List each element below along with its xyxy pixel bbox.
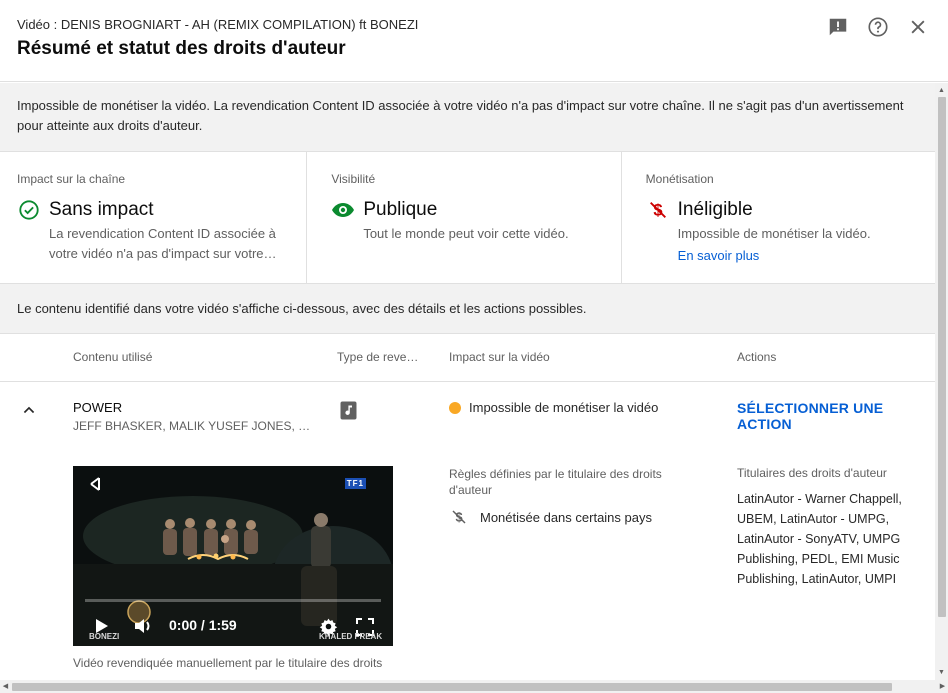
monetization-label: Monétisation xyxy=(645,172,714,186)
watermark-left: BONEZI xyxy=(89,632,120,641)
monetization-card: Monétisation $ Inéligible Impossible de … xyxy=(620,152,935,283)
scroll-down-icon[interactable]: ▼ xyxy=(937,668,946,677)
volume-icon[interactable] xyxy=(133,616,155,641)
channel-impact-label: Impact sur la chaîne xyxy=(17,172,126,186)
watermark-right: KHALED FREAK xyxy=(319,632,383,641)
horizontal-scrollbar[interactable]: ◀ ▶ xyxy=(0,680,948,693)
owners-label: Titulaires des droits d'auteur xyxy=(737,466,887,480)
content-title: POWER xyxy=(73,400,123,415)
vertical-scrollbar[interactable]: ▲ ▼ xyxy=(935,83,948,680)
video-subtitle: Vidéo : DENIS BROGNIART - AH (REMIX COMP… xyxy=(17,17,419,32)
rules-item-text: Monétisée dans certains pays xyxy=(480,509,652,525)
dialog-content: Impossible de monétiser la vidéo. La rev… xyxy=(0,83,935,680)
monetization-value: Inéligible xyxy=(677,199,753,220)
vertical-scroll-thumb[interactable] xyxy=(938,97,946,617)
video-impact: Impossible de monétiser la vidéo xyxy=(449,400,658,415)
video-time: 0:00 / 1:59 xyxy=(169,617,237,633)
eye-icon xyxy=(331,198,355,222)
dollar-off-icon: $ xyxy=(449,507,469,527)
status-dot xyxy=(449,401,461,414)
video-progress-bar[interactable] xyxy=(85,599,381,602)
status-banner: Impossible de monétiser la vidéo. La rev… xyxy=(0,83,935,152)
close-icon[interactable] xyxy=(906,15,930,39)
col-header-actions: Actions xyxy=(737,350,777,364)
dialog-title: Résumé et statut des droits d'auteur xyxy=(17,38,346,59)
video-impact-text: Impossible de monétiser la vidéo xyxy=(469,400,659,415)
col-header-content: Contenu utilisé xyxy=(73,350,153,364)
learn-more-link[interactable]: En savoir plus xyxy=(678,248,760,263)
channel-impact-desc: La revendication Content ID associée à v… xyxy=(49,226,277,261)
monetization-desc: Impossible de monétiser la vidéo. xyxy=(677,226,871,241)
info-bar-text: Le contenu identifié dans votre vidéo s'… xyxy=(17,301,587,316)
banner-text: Impossible de monétiser la vidéo. La rev… xyxy=(17,98,904,133)
scroll-up-icon[interactable]: ▲ xyxy=(937,86,946,95)
info-bar: Le contenu identifié dans votre vidéo s'… xyxy=(0,284,935,334)
col-header-type: Type de reve… xyxy=(337,350,419,364)
status-summary: Impact sur la chaîne Sans impact La reve… xyxy=(0,152,935,284)
table-header: Contenu utilisé Type de reve… Impact sur… xyxy=(0,334,935,382)
visibility-card: Visibilité Publique Tout le monde peut v… xyxy=(306,152,620,283)
rules-item: $ Monétisée dans certains pays xyxy=(449,507,652,527)
dollar-off-icon: $ xyxy=(646,198,670,222)
scroll-right-icon[interactable]: ▶ xyxy=(938,682,947,691)
tf1-logo: TF1 xyxy=(344,478,366,489)
scroll-left-icon[interactable]: ◀ xyxy=(1,682,10,691)
rules-label: Règles définies par le titulaire des dro… xyxy=(449,467,662,497)
claim-note: Vidéo revendiquée manuellement par le ti… xyxy=(73,656,383,670)
music-note-icon xyxy=(340,401,357,420)
content-authors: JEFF BHASKER, MALIK YUSEF JONES, B… xyxy=(73,419,313,433)
feedback-icon[interactable] xyxy=(826,15,850,39)
check-circle-icon xyxy=(17,198,41,222)
channel-impact-value: Sans impact xyxy=(49,199,154,220)
header-actions xyxy=(826,15,930,39)
table-row: POWER JEFF BHASKER, MALIK YUSEF JONES, B… xyxy=(0,382,935,680)
select-action-button[interactable]: SÉLECTIONNER UNE ACTION xyxy=(737,400,935,432)
chevron-up-icon[interactable] xyxy=(19,400,39,420)
dialog-header: Vidéo : DENIS BROGNIART - AH (REMIX COMP… xyxy=(0,0,948,82)
help-icon[interactable] xyxy=(866,15,890,39)
owners-list: LatinAutor - Warner Chappell, UBEM, Lati… xyxy=(737,492,902,586)
video-player[interactable]: TF1 0:00 / 1:59 BONEZI KHALED FREAK xyxy=(73,466,393,646)
visibility-desc: Tout le monde peut voir cette vidéo. xyxy=(363,226,569,241)
horizontal-scroll-thumb[interactable] xyxy=(12,683,892,691)
col-header-impact: Impact sur la vidéo xyxy=(449,350,550,364)
visibility-label: Visibilité xyxy=(331,172,376,186)
channel-impact-card: Impact sur la chaîne Sans impact La reve… xyxy=(0,152,306,283)
visibility-value: Publique xyxy=(363,199,438,220)
